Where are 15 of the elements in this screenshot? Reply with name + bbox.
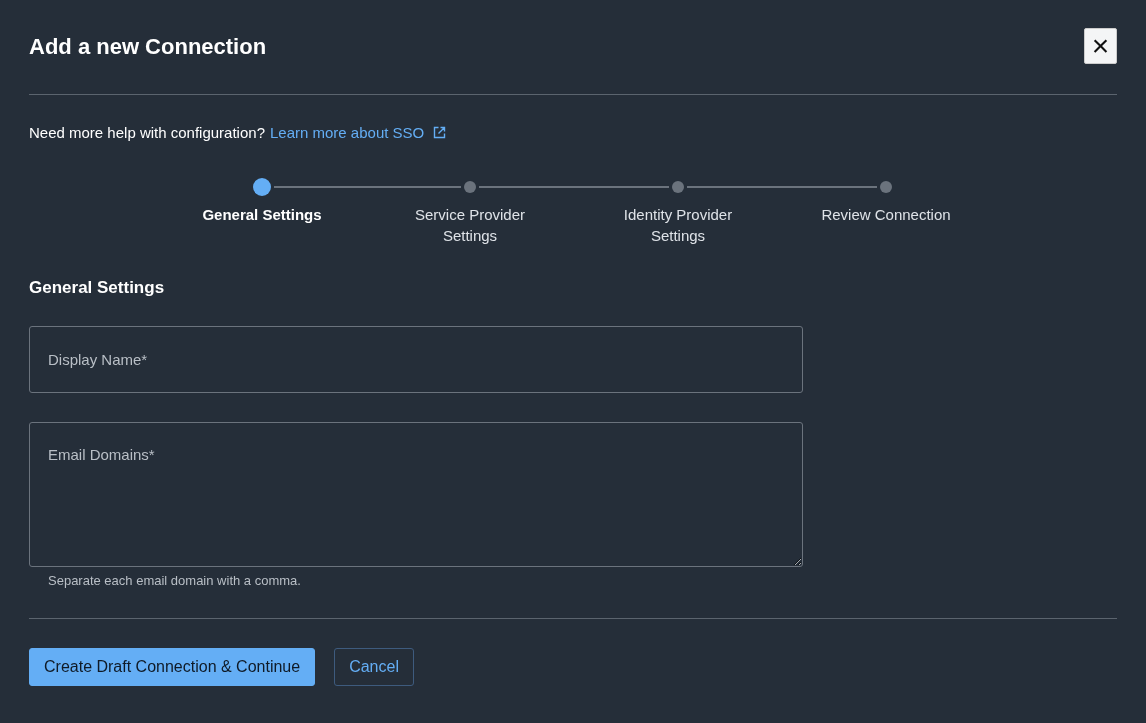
step-label[interactable]: Review Connection	[821, 204, 951, 225]
section-title: General Settings	[29, 278, 166, 298]
learn-more-link[interactable]: Learn more about SSO	[270, 124, 425, 141]
step-label[interactable]: Service Provider Settings	[405, 204, 535, 246]
help-text: Need more help with configuration?	[29, 124, 265, 141]
step-label[interactable]: Identity Provider Settings	[613, 204, 743, 246]
close-button[interactable]: ×	[1084, 28, 1117, 64]
hint-text: Separate each email domain with a comma.	[48, 573, 302, 588]
step-label[interactable]: General Settings	[197, 204, 327, 225]
external-link-icon	[433, 126, 447, 139]
textarea-field[interactable]: Email Domains*	[29, 422, 803, 567]
input-field[interactable]: Display Name*	[29, 326, 803, 393]
continue-button[interactable]: Create Draft Connection & Continue	[29, 648, 316, 686]
cancel-button[interactable]: Cancel	[334, 648, 414, 686]
dialog-title: Add a new Connection	[29, 34, 267, 60]
